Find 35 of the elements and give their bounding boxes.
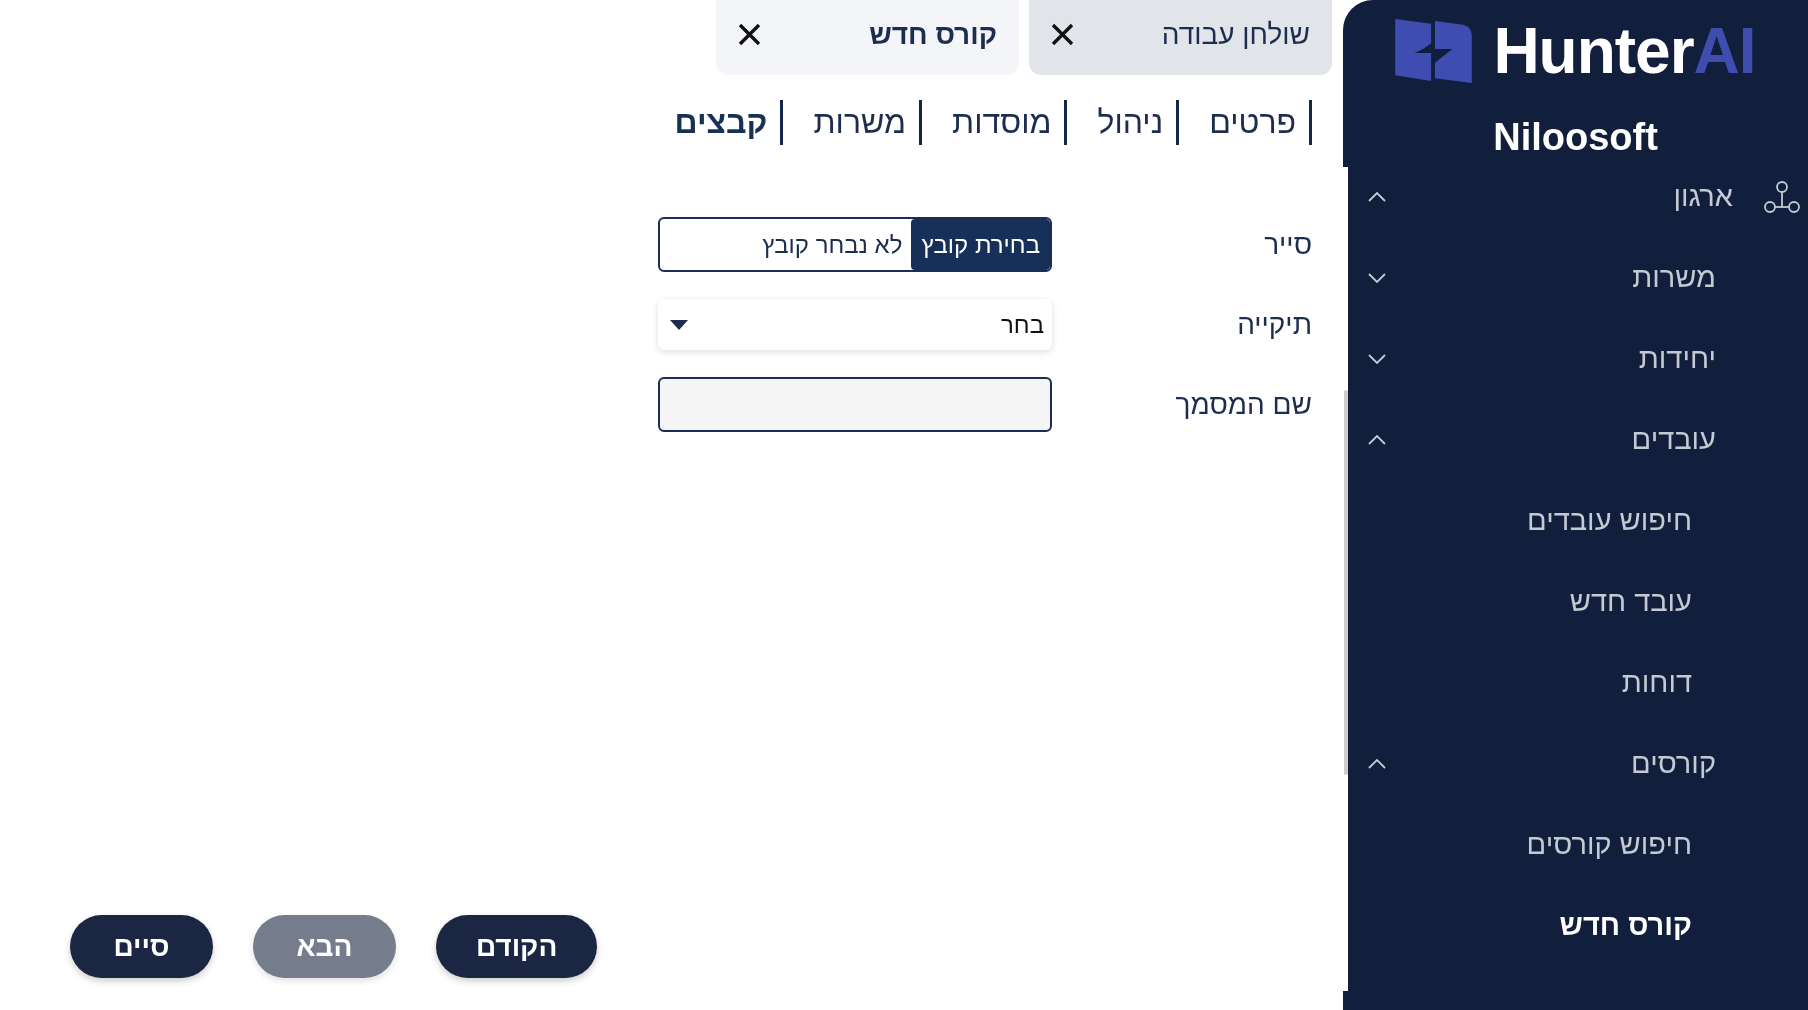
section-tab[interactable]: קבצים [674,100,784,145]
select-field[interactable]: בחר [658,299,1052,350]
sidebar-item[interactable]: משרות [1349,237,1808,318]
scrollbar-thumb[interactable] [1344,390,1348,775]
sidebar-item[interactable]: קורסים [1349,723,1808,804]
organization-name: Niloosoft [1493,118,1658,156]
sidebar-item[interactable]: חיפוש קורסים [1349,804,1808,885]
logo-wordmark: HunterAI [1493,18,1756,84]
close-icon[interactable] [738,23,761,46]
section-tab[interactable]: פרטים [1209,100,1312,145]
previous-button[interactable]: הקודם [436,915,598,978]
sidebar-item[interactable]: עובד חדש [1349,561,1808,642]
section-tab[interactable]: משרות [813,100,922,145]
sidebar-item[interactable]: קורס חדש [1349,885,1808,966]
sidebar-item[interactable]: עובדים [1349,399,1808,480]
sidebar-item[interactable]: דוחות [1349,642,1808,723]
logo-icon [1395,19,1474,83]
finish-button[interactable]: סיים [70,915,213,978]
caret-down-icon [670,319,688,330]
field-label: סייר [1263,227,1312,262]
field-label: תיקייה [1236,307,1312,342]
field-label: שם המסמך [1174,387,1312,422]
close-icon[interactable] [1051,23,1074,46]
tab[interactable]: קורס חדש [716,0,1019,75]
sidebar-item[interactable]: חיפוש עובדים [1349,480,1808,561]
sidebar-item[interactable]: ארגון [1349,156,1808,237]
section-tab[interactable]: מוסדות [952,100,1068,145]
choose-file-button[interactable]: בחירת קובץ [911,219,1050,270]
text-input-field[interactable] [658,377,1052,432]
sidebar-item[interactable]: יחידות [1349,318,1808,399]
section-tab[interactable]: ניהול [1097,100,1180,145]
file-input-field[interactable]: בחירת קובץ לא נבחר קובץ [658,217,1052,272]
file-status-text: לא נבחר קובץ [762,229,904,260]
network-icon [1764,179,1800,214]
tab[interactable]: שולחן עבודה [1029,0,1332,75]
